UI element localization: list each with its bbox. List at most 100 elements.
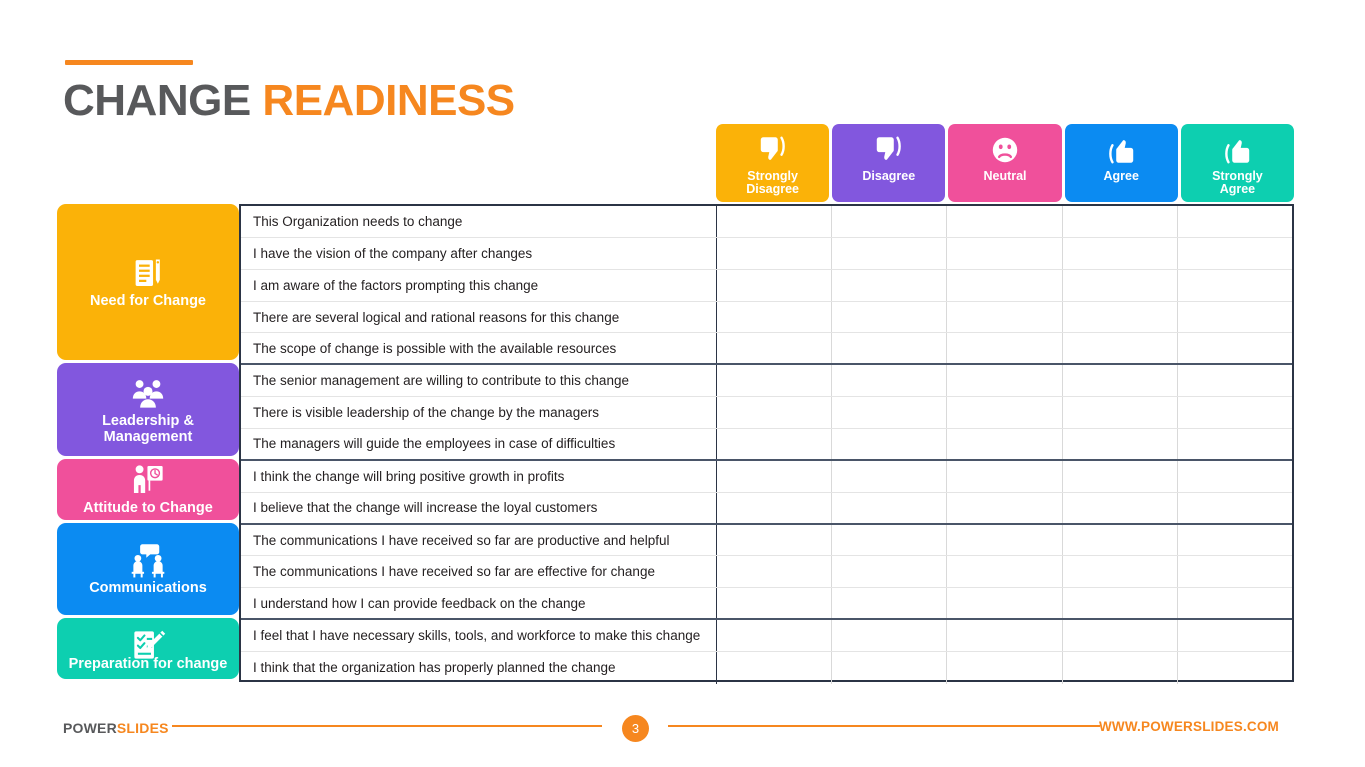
statement-text: There are several logical and rational r…: [241, 301, 717, 333]
website-link[interactable]: WWW.POWERSLIDES.COM: [1099, 719, 1279, 734]
answer-cell-2[interactable]: [947, 333, 1063, 364]
answer-cell-2[interactable]: [947, 397, 1063, 429]
answer-cell-2[interactable]: [947, 524, 1063, 556]
brand-primary: POWER: [63, 720, 117, 736]
scale-header-label: Disagree: [862, 169, 916, 183]
category-label: Attitude to Change: [83, 500, 213, 517]
scale-header-disagree[interactable]: Disagree: [832, 124, 946, 202]
answer-cell-3[interactable]: [1063, 652, 1178, 684]
answer-cell-4[interactable]: [1178, 652, 1292, 684]
scale-header-strongly-disagree[interactable]: Strongly Disagree: [716, 124, 830, 202]
statement-text: The senior management are willing to con…: [241, 365, 717, 397]
answer-cell-0[interactable]: [717, 620, 833, 652]
answer-cell-2[interactable]: [947, 652, 1063, 684]
answer-cell-3[interactable]: [1063, 620, 1178, 652]
scale-header-strongly-agree[interactable]: Strongly Agree: [1180, 124, 1295, 202]
answer-cells: [717, 237, 1292, 269]
answer-cell-2[interactable]: [947, 365, 1063, 397]
answer-cell-2[interactable]: [947, 556, 1063, 588]
table-row: I feel that I have necessary skills, too…: [241, 620, 1292, 653]
answer-cell-3[interactable]: [1063, 206, 1178, 237]
answer-cell-3[interactable]: [1063, 237, 1178, 269]
answer-cell-4[interactable]: [1178, 588, 1292, 618]
answer-cell-2[interactable]: [947, 492, 1063, 523]
table-row: I believe that the change will increase …: [241, 492, 1292, 525]
answer-cell-0[interactable]: [717, 397, 833, 429]
answer-cell-1[interactable]: [832, 492, 948, 523]
answer-cell-1[interactable]: [832, 429, 948, 459]
answer-cell-0[interactable]: [717, 333, 833, 364]
answer-cell-4[interactable]: [1178, 206, 1292, 237]
answer-cell-2[interactable]: [947, 460, 1063, 492]
answer-cell-0[interactable]: [717, 237, 833, 269]
answer-cell-3[interactable]: [1063, 269, 1178, 301]
answer-cell-2[interactable]: [947, 301, 1063, 333]
answer-cell-3[interactable]: [1063, 492, 1178, 523]
answer-cell-0[interactable]: [717, 301, 833, 333]
answer-cell-1[interactable]: [832, 460, 948, 492]
answer-cell-0[interactable]: [717, 429, 833, 459]
table-row: I understand how I can provide feedback …: [241, 588, 1292, 621]
answer-cell-2[interactable]: [947, 269, 1063, 301]
answer-cell-4[interactable]: [1178, 620, 1292, 651]
answer-cell-2[interactable]: [947, 588, 1063, 619]
answer-cell-0[interactable]: [717, 588, 833, 619]
answer-cell-3[interactable]: [1063, 333, 1178, 364]
answer-cell-0[interactable]: [717, 460, 833, 492]
answer-cell-0[interactable]: [717, 652, 833, 684]
table-row: The scope of change is possible with the…: [241, 333, 1292, 366]
answer-cell-1[interactable]: [832, 588, 948, 619]
answer-cell-4[interactable]: [1178, 461, 1292, 492]
answer-cell-0[interactable]: [717, 206, 833, 237]
answer-cell-0[interactable]: [717, 365, 833, 397]
answer-cell-4[interactable]: [1178, 525, 1292, 556]
answer-cell-1[interactable]: [832, 556, 948, 588]
category-block-need-for-change[interactable]: Need for Change: [57, 204, 239, 361]
answer-cells: [717, 588, 1292, 619]
category-label: Need for Change: [89, 293, 206, 310]
answer-cell-4[interactable]: [1178, 556, 1292, 587]
answer-cell-3[interactable]: [1063, 460, 1178, 492]
answer-cell-3[interactable]: [1063, 524, 1178, 556]
answer-cell-0[interactable]: [717, 269, 833, 301]
answer-cell-3[interactable]: [1063, 588, 1178, 619]
answer-cell-1[interactable]: [832, 652, 948, 684]
category-block-leadership-management[interactable]: Leadership & Management: [57, 363, 239, 456]
answer-cell-3[interactable]: [1063, 397, 1178, 429]
category-block-attitude-to-change[interactable]: Attitude to Change: [57, 458, 239, 520]
answer-cell-1[interactable]: [832, 333, 948, 364]
answer-cell-4[interactable]: [1178, 365, 1292, 396]
answer-cell-2[interactable]: [947, 429, 1063, 459]
scale-header-agree[interactable]: Agree: [1064, 124, 1178, 202]
answer-cell-4[interactable]: [1178, 270, 1292, 301]
answer-cell-1[interactable]: [832, 237, 948, 269]
answer-cell-1[interactable]: [832, 524, 948, 556]
answer-cell-4[interactable]: [1178, 238, 1292, 269]
answer-cell-4[interactable]: [1178, 429, 1292, 459]
answer-cell-3[interactable]: [1063, 365, 1178, 397]
answer-cell-0[interactable]: [717, 556, 833, 588]
answer-cell-4[interactable]: [1178, 397, 1292, 428]
answer-cell-0[interactable]: [717, 492, 833, 523]
answer-cells: [717, 460, 1292, 492]
answer-cell-2[interactable]: [947, 620, 1063, 652]
answer-cell-4[interactable]: [1178, 493, 1292, 523]
answer-cell-0[interactable]: [717, 524, 833, 556]
answer-cell-1[interactable]: [832, 620, 948, 652]
answer-cell-4[interactable]: [1178, 333, 1292, 363]
category-block-communications[interactable]: Communications: [57, 522, 239, 616]
answer-cell-3[interactable]: [1063, 429, 1178, 459]
answer-cell-1[interactable]: [832, 206, 948, 237]
answer-cell-1[interactable]: [832, 269, 948, 301]
scale-header-neutral[interactable]: Neutral: [948, 124, 1062, 202]
answer-cell-2[interactable]: [947, 206, 1063, 237]
answer-cell-2[interactable]: [947, 237, 1063, 269]
answer-cell-3[interactable]: [1063, 556, 1178, 588]
answer-cell-3[interactable]: [1063, 301, 1178, 333]
answer-cell-1[interactable]: [832, 365, 948, 397]
answer-cell-1[interactable]: [832, 301, 948, 333]
scale-header-row: Strongly Disagree Disagree Neutral Agree Str…: [716, 124, 1295, 202]
category-block-preparation-for-change[interactable]: Preparation for change: [57, 618, 239, 679]
answer-cell-4[interactable]: [1178, 302, 1292, 333]
answer-cell-1[interactable]: [832, 397, 948, 429]
